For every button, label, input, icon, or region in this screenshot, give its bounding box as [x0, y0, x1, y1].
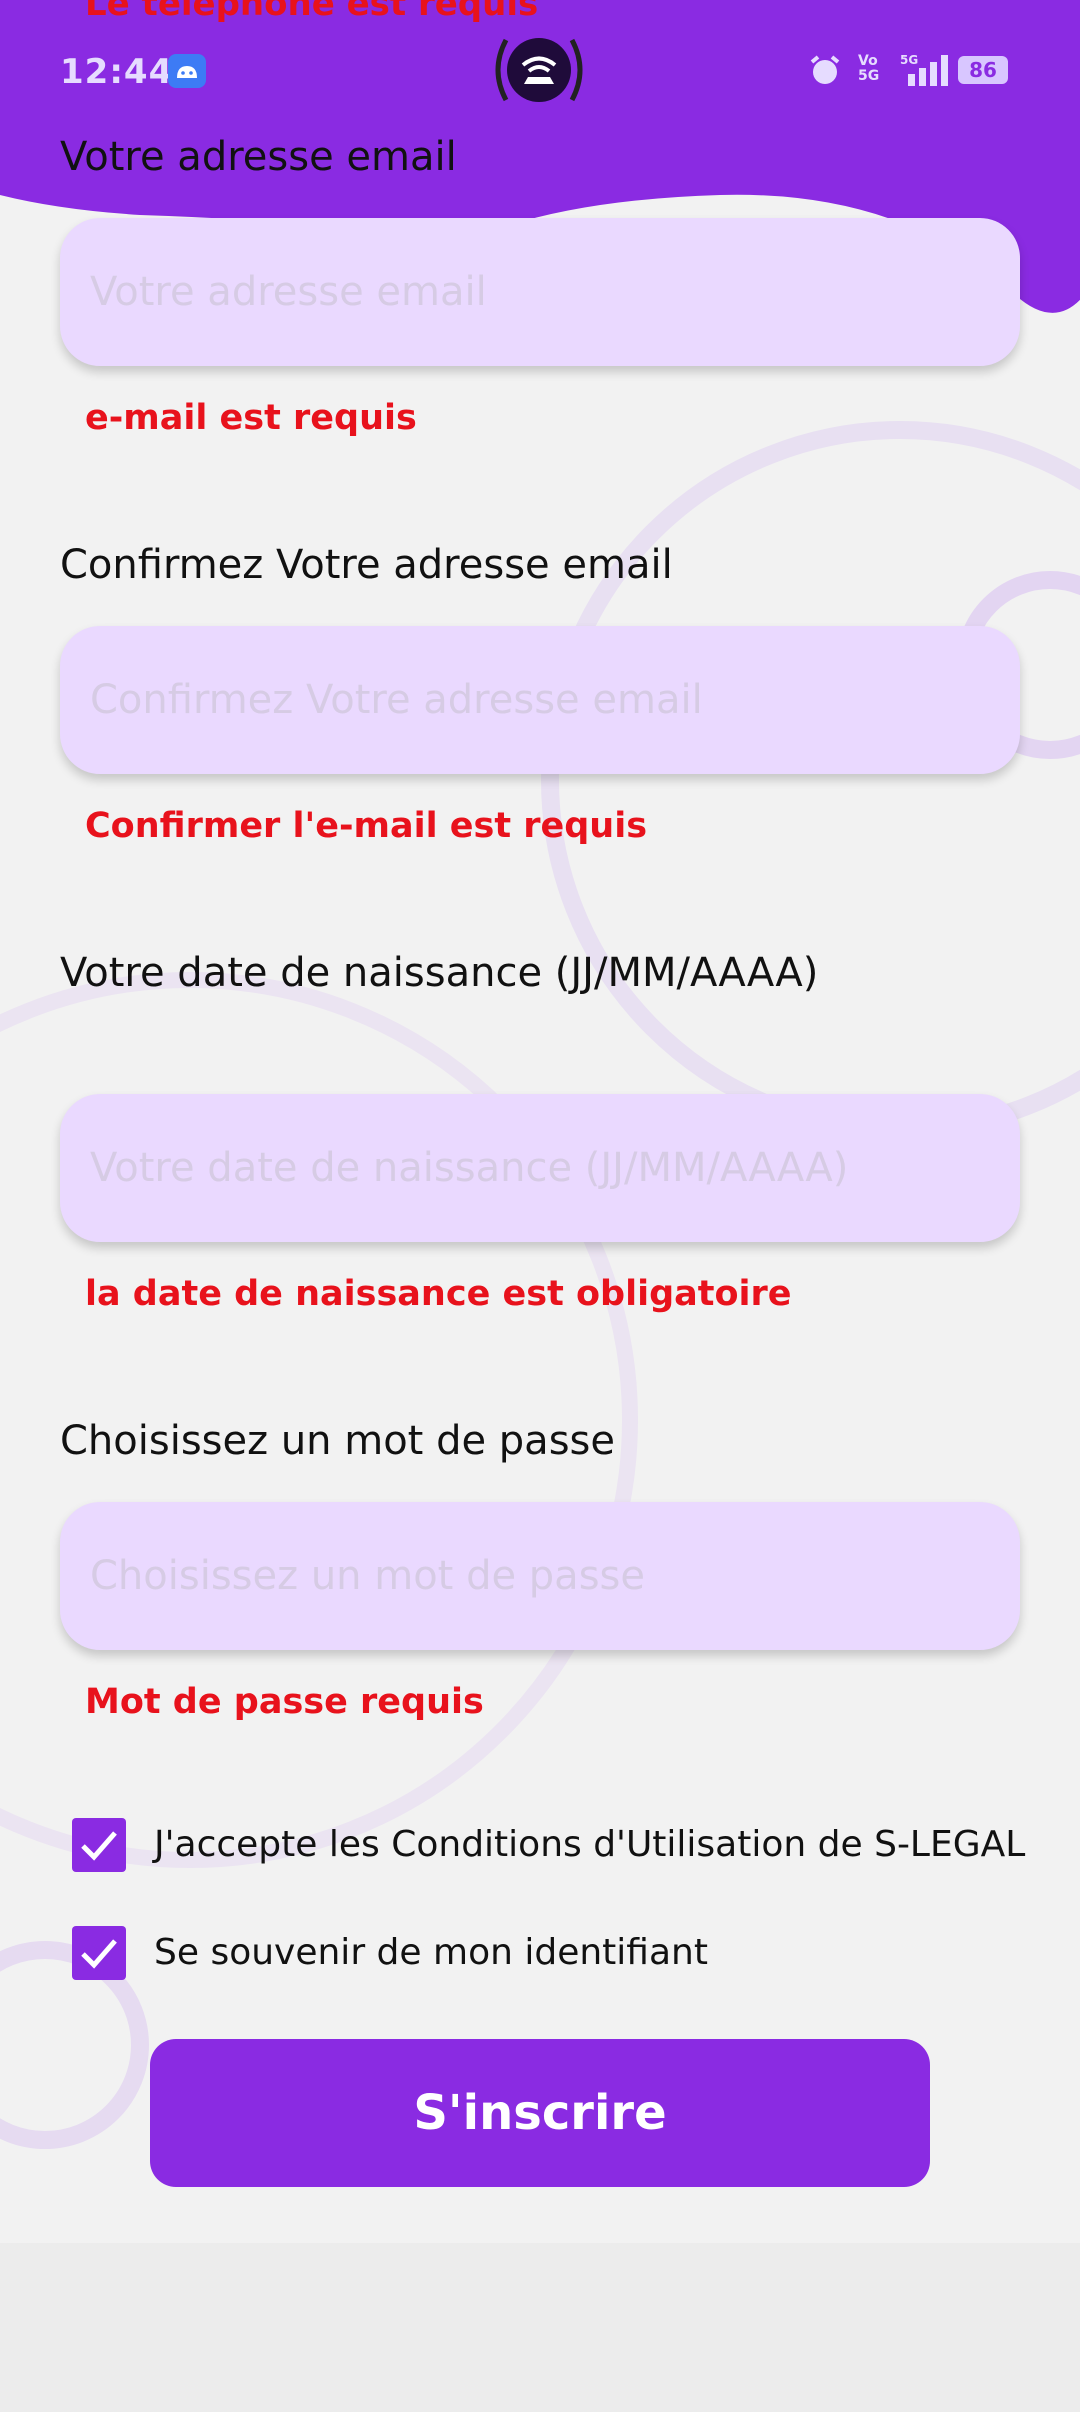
confirm-email-field[interactable]: [60, 626, 1020, 774]
phone-error-text: Le téléphone est requis: [85, 0, 539, 24]
birthdate-label: Votre date de naissance (JJ/MM/AAAA): [60, 950, 819, 996]
remember-checkbox[interactable]: [72, 1926, 126, 1980]
password-field[interactable]: [60, 1502, 1020, 1650]
birthdate-error: la date de naissance est obligatoire: [85, 1274, 792, 1314]
confirm-email-label: Confirmez Votre adresse email: [60, 542, 673, 588]
registration-form: Votre adresse email e-mail est requis Co…: [0, 0, 1080, 2412]
remember-row: Se souvenir de mon identifiant: [72, 1926, 1052, 1982]
alarm-icon: [810, 55, 840, 84]
email-field[interactable]: [60, 218, 1020, 366]
android-icon: [168, 54, 206, 88]
battery-icon: 86: [958, 56, 1008, 84]
signup-button[interactable]: S'inscrire: [150, 2039, 930, 2187]
email-label: Votre adresse email: [60, 134, 457, 180]
volte-indicator: Vo 5G: [858, 53, 880, 84]
svg-text:5G: 5G: [900, 53, 918, 67]
checkmark-icon: [81, 1831, 117, 1861]
hotspot-icon: [495, 38, 583, 102]
signal-icon: 5G: [900, 53, 948, 86]
remember-label: Se souvenir de mon identifiant: [154, 1932, 708, 1973]
checkmark-icon: [81, 1939, 117, 1969]
terms-row: J'accepte les Conditions d'Utilisation d…: [72, 1818, 1052, 1874]
password-error: Mot de passe requis: [85, 1682, 484, 1722]
confirm-email-error: Confirmer l'e-mail est requis: [85, 806, 648, 846]
terms-label: J'accepte les Conditions d'Utilisation d…: [154, 1824, 1026, 1865]
terms-checkbox[interactable]: [72, 1818, 126, 1872]
email-error: e-mail est requis: [85, 398, 417, 438]
birthdate-field[interactable]: [60, 1094, 1020, 1242]
status-time: 12:44: [60, 52, 174, 92]
password-label: Choisissez un mot de passe: [60, 1418, 615, 1464]
